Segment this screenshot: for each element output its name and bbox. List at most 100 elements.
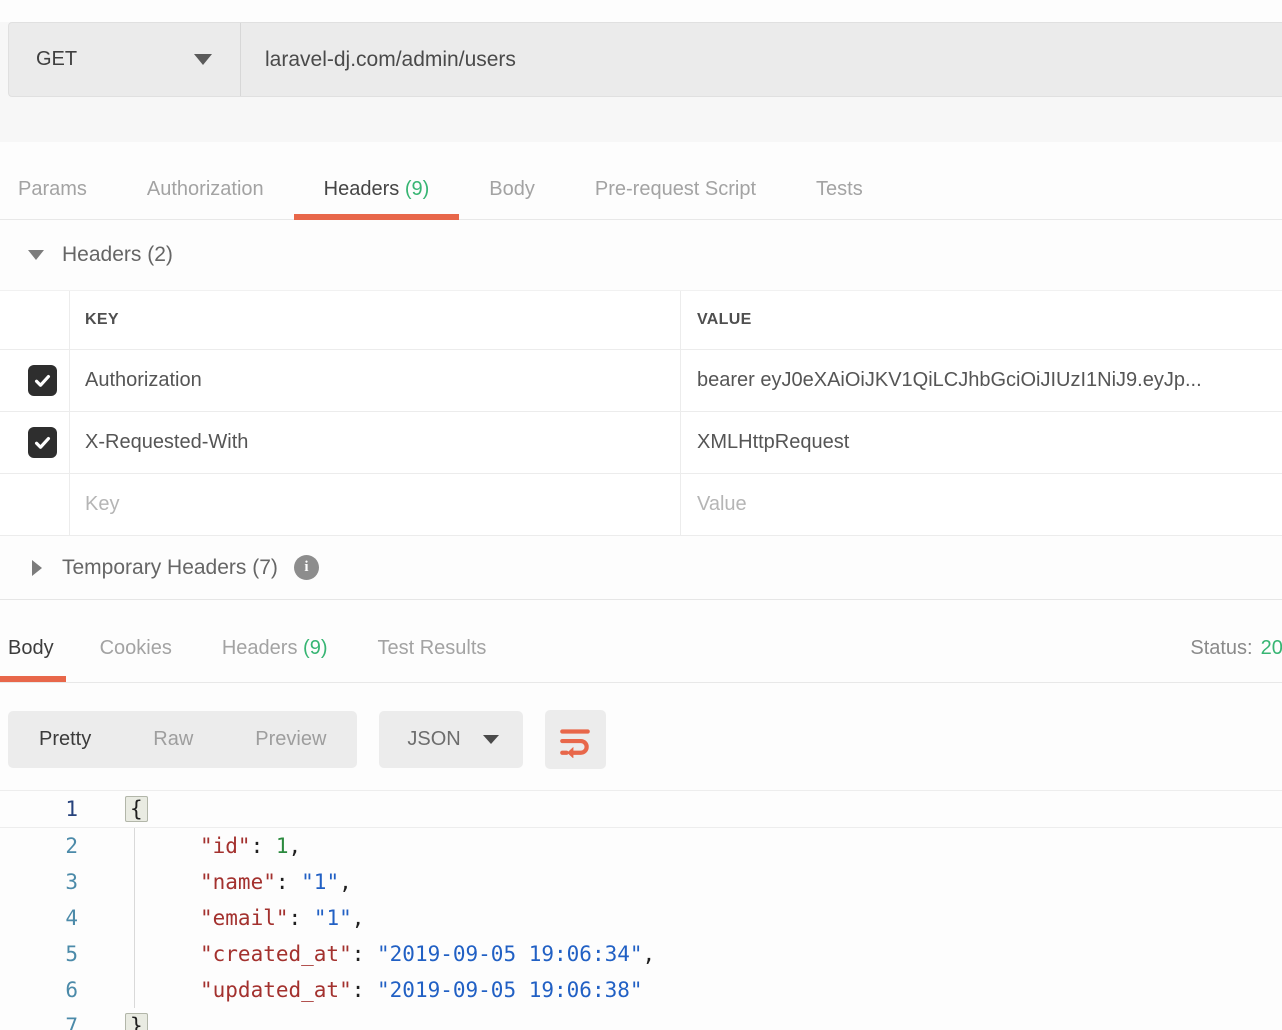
response-tab-test-results[interactable]: Test Results xyxy=(365,620,498,682)
value-column-header: VALUE xyxy=(697,311,752,328)
response-tabs: Body Cookies Headers (9) Test Results St… xyxy=(0,600,1282,683)
indent-guide-line xyxy=(134,828,135,1008)
json-key-token: "name" xyxy=(200,870,276,894)
comma-token: , xyxy=(288,834,302,858)
request-url-section: GET laravel-dj.com/admin/users xyxy=(0,22,1282,142)
tab-authorization-label: Authorization xyxy=(146,178,264,200)
json-string-token: "2019-09-05 19:06:34" xyxy=(377,942,643,966)
chevron-down-icon xyxy=(482,735,499,744)
response-tab-headers-label: Headers xyxy=(221,637,298,659)
method-dropdown[interactable]: GET xyxy=(9,23,241,96)
comma-token: , xyxy=(351,906,365,930)
new-header-key-input[interactable]: Key xyxy=(85,493,119,516)
collapse-down-icon xyxy=(28,250,44,260)
code-line-6: 6 "updated_at": "2019-09-05 19:06:38" xyxy=(0,972,1282,1008)
response-tab-tests-label: Test Results xyxy=(377,637,487,659)
new-header-value-input[interactable]: Value xyxy=(697,493,747,516)
tab-params[interactable]: Params xyxy=(0,160,117,220)
colon-token: : xyxy=(275,870,302,894)
url-bar: GET laravel-dj.com/admin/users xyxy=(8,22,1282,97)
key-column-header: KEY xyxy=(85,311,119,328)
temporary-headers-title: Temporary Headers (7) xyxy=(62,555,278,579)
tab-headers[interactable]: Headers (9) xyxy=(293,160,460,220)
colon-token: : xyxy=(288,906,314,930)
response-tab-cookies[interactable]: Cookies xyxy=(88,620,184,682)
json-string-token: "1" xyxy=(313,906,352,930)
code-line-7: 7 } xyxy=(0,1008,1282,1030)
tab-tests-label: Tests xyxy=(816,178,863,200)
headers-section-title: Headers (2) xyxy=(62,243,173,266)
chevron-down-icon xyxy=(194,54,212,65)
colon-token: : xyxy=(250,834,276,858)
pretty-button[interactable]: Pretty xyxy=(8,711,122,768)
header-key-input[interactable]: Authorization xyxy=(85,369,202,392)
checkbox-column-header xyxy=(0,291,70,349)
view-mode-switcher: Pretty Raw Preview xyxy=(8,711,358,768)
json-string-token: "2019-09-05 19:06:38" xyxy=(377,978,643,1002)
response-body-viewer[interactable]: 1 { 2 "id": 1, 3 "name": "1", 4 "email":… xyxy=(0,790,1282,1030)
raw-button[interactable]: Raw xyxy=(122,711,224,768)
json-string-token: "1" xyxy=(301,870,340,894)
info-icon[interactable]: i xyxy=(293,555,319,580)
checkmark-icon xyxy=(34,374,51,387)
url-input[interactable]: laravel-dj.com/admin/users xyxy=(241,23,1282,96)
format-label: JSON xyxy=(407,728,461,750)
response-tab-cookies-label: Cookies xyxy=(99,637,172,659)
tab-body[interactable]: Body xyxy=(459,160,565,220)
code-line-3: 3 "name": "1", xyxy=(0,864,1282,900)
header-value-input[interactable]: bearer eyJ0eXAiOiJKV1QiLCJhbGciOiJIUzI1N… xyxy=(697,369,1202,392)
tab-tests[interactable]: Tests xyxy=(786,160,893,220)
temporary-headers-toggle[interactable]: Temporary Headers (7) i xyxy=(0,536,1282,600)
colon-token: : xyxy=(351,978,378,1002)
response-tab-headers-count: (9) xyxy=(303,637,328,659)
request-tabs: Params Authorization Headers (9) Body Pr… xyxy=(0,160,1282,220)
collapse-right-icon xyxy=(32,559,42,576)
line-number: 4 xyxy=(65,906,78,930)
tab-authorization[interactable]: Authorization xyxy=(117,160,294,220)
tab-headers-label: Headers xyxy=(323,178,400,200)
json-key-token: "id" xyxy=(200,834,251,858)
json-key-token: "updated_at" xyxy=(200,978,352,1002)
headers-table: KEY VALUE Authorization bearer eyJ0eXAiO… xyxy=(0,290,1282,536)
header-enabled-checkbox[interactable] xyxy=(28,365,57,396)
method-label: GET xyxy=(36,48,78,70)
preview-button[interactable]: Preview xyxy=(224,711,357,768)
line-number: 6 xyxy=(65,978,78,1002)
colon-token: : xyxy=(351,942,378,966)
tab-body-label: Body xyxy=(489,178,535,200)
comma-token: , xyxy=(642,942,656,966)
json-number-token: 1 xyxy=(275,834,289,858)
json-key-token: "email" xyxy=(200,906,289,930)
code-line-5: 5 "created_at": "2019-09-05 19:06:34", xyxy=(0,936,1282,972)
line-number: 1 xyxy=(65,797,78,821)
headers-collapse-toggle[interactable]: Headers (2) xyxy=(0,220,1282,290)
close-brace-token: } xyxy=(125,1013,148,1030)
response-tab-headers[interactable]: Headers (9) xyxy=(210,620,340,682)
response-toolbar: Pretty Raw Preview JSON xyxy=(8,710,1282,769)
url-text: laravel-dj.com/admin/users xyxy=(265,47,516,71)
tab-headers-count: (9) xyxy=(404,178,430,200)
code-line-1: 1 { xyxy=(0,790,1282,828)
status-code[interactable]: 200 xyxy=(1261,637,1282,659)
line-number: 2 xyxy=(65,834,78,858)
wrap-lines-button[interactable] xyxy=(544,710,606,769)
code-line-4: 4 "email": "1", xyxy=(0,900,1282,936)
header-enabled-checkbox[interactable] xyxy=(28,427,57,458)
tab-prerequest-script[interactable]: Pre-request Script xyxy=(565,160,786,220)
tab-prerequest-label: Pre-request Script xyxy=(594,178,757,200)
header-value-input[interactable]: XMLHttpRequest xyxy=(697,431,849,454)
table-row-new: Key Value xyxy=(0,474,1282,536)
json-key-token: "created_at" xyxy=(200,942,352,966)
header-key-input[interactable]: X-Requested-With xyxy=(85,431,248,454)
format-dropdown[interactable]: JSON xyxy=(379,711,523,768)
comma-token: , xyxy=(339,870,352,894)
code-line-2: 2 "id": 1, xyxy=(0,828,1282,864)
table-row: X-Requested-With XMLHttpRequest xyxy=(0,412,1282,474)
checkmark-icon xyxy=(34,436,51,449)
status-label: Status: xyxy=(1190,637,1253,659)
open-brace-token: { xyxy=(125,796,148,822)
empty-checkbox-cell xyxy=(0,474,70,535)
response-tab-body[interactable]: Body xyxy=(0,620,66,682)
word-wrap-icon xyxy=(560,728,591,758)
table-row: Authorization bearer eyJ0eXAiOiJKV1QiLCJ… xyxy=(0,350,1282,412)
